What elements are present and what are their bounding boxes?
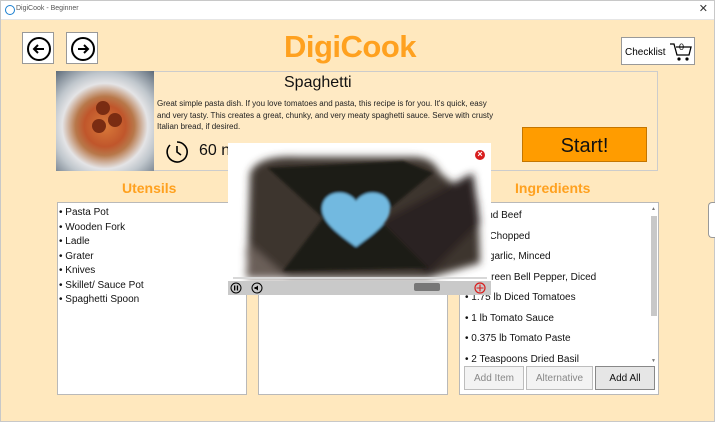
video-controls [228,281,491,295]
pause-icon[interactable] [230,282,242,294]
back-button[interactable] [22,32,54,64]
scroll-down-icon[interactable]: ▼ [651,358,656,364]
heart-logo-animation [246,156,480,278]
checklist-label: Checklist [625,47,666,58]
forward-button[interactable] [66,32,98,64]
checklist-count: 0 [679,42,685,52]
utensils-list: • Pasta Pot • Wooden Fork • Ladle • Grat… [59,206,144,308]
recipe-title: Spaghetti [284,74,352,91]
add-item-button[interactable]: Add Item [464,366,524,390]
video-progress-bar[interactable] [233,277,487,279]
app-window: DigiCook - Beginner ✕ DigiCook Checklist… [0,0,715,422]
checklist-button[interactable]: Checklist 0 [621,37,695,65]
start-label: Start! [560,135,609,157]
start-button[interactable]: Start! [522,127,647,162]
ingredients-heading: Ingredients [515,180,591,196]
title-bar: DigiCook - Beginner ✕ [1,1,714,20]
add-all-label: Add All [609,373,641,384]
list-item: • Skillet/ Sauce Pot [59,279,144,291]
list-item[interactable]: • 0.375 lb Tomato Paste [465,331,596,352]
list-item: • Pasta Pot [59,207,109,218]
fullscreen-icon[interactable] [474,282,486,294]
alternative-button[interactable]: Alternative [526,366,593,390]
add-item-label: Add Item [473,373,515,384]
list-item: • Spaghetti Spoon [59,294,140,305]
close-icon: × [477,149,483,159]
video-close-button[interactable]: × [475,149,485,160]
list-item: • Grater [59,250,94,262]
list-item: • Ladle [59,236,90,247]
window-title: DigiCook - Beginner [16,5,79,12]
utensils-panel: • Pasta Pot • Wooden Fork • Ladle • Grat… [57,202,247,395]
app-icon [5,5,15,15]
utensils-heading: Utensils [122,180,177,196]
video-frame[interactable]: × [228,143,491,281]
cook-time: 60 n [199,142,231,159]
add-all-button[interactable]: Add All [595,366,655,390]
alternative-label: Alternative [535,373,584,384]
scrollbar-thumb[interactable] [651,216,657,316]
volume-icon[interactable] [251,282,263,294]
side-drawer-handle[interactable] [708,202,715,238]
window-close-button[interactable]: ✕ [699,2,708,15]
scroll-up-icon[interactable]: ▲ [651,206,656,212]
volume-slider[interactable] [414,283,440,291]
list-item[interactable]: • 1 lb Tomato Sauce [465,311,596,332]
list-item: • Knives [59,265,96,276]
video-player[interactable]: × [228,143,491,295]
app-logo: DigiCook [284,29,417,64]
ingredients-scrollbar[interactable]: ▲ ▼ [651,206,657,366]
clock-icon [166,141,188,163]
recipe-photo [56,71,154,171]
recipe-description: Great simple pasta dish. If you love tom… [157,99,494,131]
list-item: • Wooden Fork [59,221,126,233]
